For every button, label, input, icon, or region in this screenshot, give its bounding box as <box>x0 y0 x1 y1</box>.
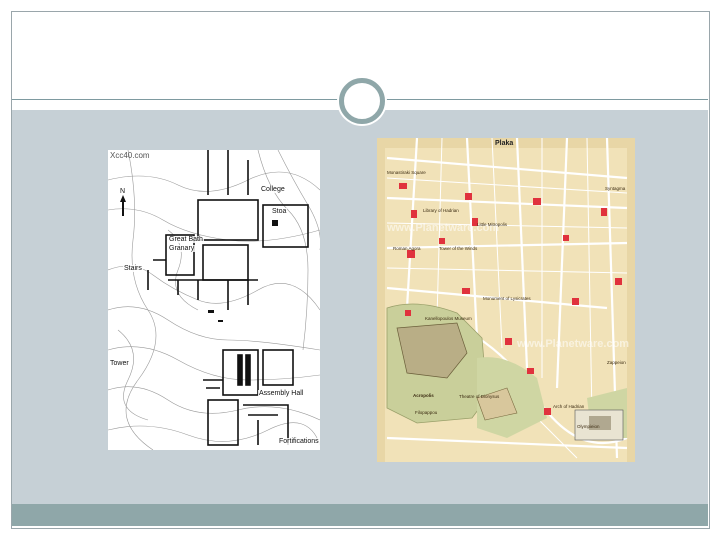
label-roman-agora: Roman Agora <box>393 246 421 251</box>
label-great-bath: Great Bath <box>168 236 204 243</box>
label-college: College <box>260 186 286 193</box>
label-tower-winds: Tower of the Winds <box>439 246 478 251</box>
map-title: Plaka <box>495 140 514 147</box>
header-rule-right <box>382 99 708 100</box>
decorative-circle-icon <box>339 78 385 124</box>
north-label: N <box>119 188 127 195</box>
label-mitropolis: Little Mitropolis <box>477 222 508 227</box>
header-rule-left <box>12 99 342 100</box>
north-arrow-icon <box>120 195 126 202</box>
label-syntagma: Syntagma <box>605 186 626 191</box>
label-stoa: Stoa <box>271 208 288 215</box>
label-granary: Granary <box>168 245 196 252</box>
label-tower: Tower <box>109 360 130 367</box>
label-fortifications: Fortifications <box>278 438 320 445</box>
label-kanellopoulos: Kanellopoulos Museum <box>425 316 472 321</box>
map-watermark-bottom: www.Planetware.com <box>517 338 630 350</box>
label-olympieion: Olympieion <box>577 424 600 429</box>
label-monastiraki: Monastiraki Square <box>387 170 426 175</box>
label-assembly-hall: Assembly Hall <box>258 390 305 397</box>
label-arch-hadrian: Arch of Hadrian <box>553 404 585 409</box>
label-theatre-dionysus: Theatre of Dionysus <box>459 394 500 399</box>
label-stairs: Stairs <box>123 265 143 272</box>
site-plan-drawing <box>108 150 320 450</box>
label-acropolis: Acropolis <box>413 393 434 398</box>
label-library-hadrian: Library of Hadrian <box>423 208 459 213</box>
footer-bar <box>12 504 708 526</box>
label-philopappou: Filopappou <box>415 410 438 415</box>
site-plan-image: Xcc40.com N College Stoa Great Bath Gran… <box>108 150 320 450</box>
site-plan-watermark: Xcc40.com <box>110 151 150 160</box>
label-lysicrates: Monument of Lysicrates <box>483 296 531 301</box>
label-zappeion: Zappeion <box>607 360 626 365</box>
plaka-map-image: Plaka www.Planetware.com www.Planetware.… <box>377 138 635 462</box>
